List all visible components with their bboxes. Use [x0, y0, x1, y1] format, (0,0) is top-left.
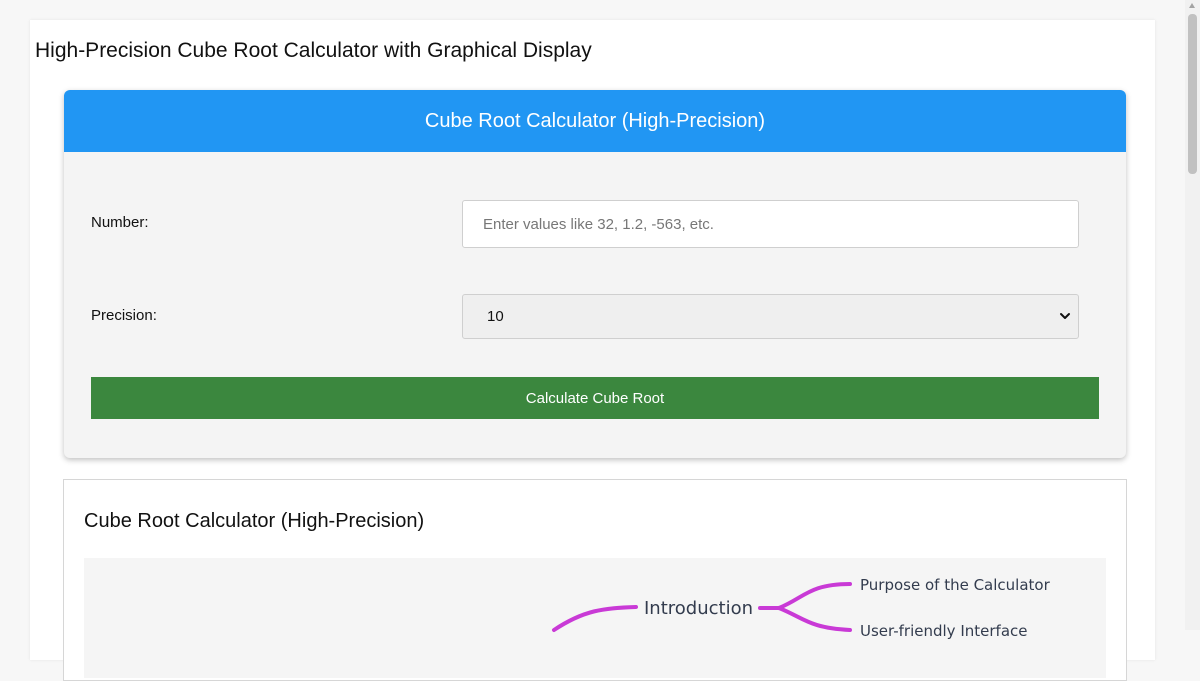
mindmap-branch-1: Purpose of the Calculator	[860, 576, 1051, 594]
mindmap-svg: Introduction Purpose of the Calculator U…	[552, 576, 1051, 640]
mindmap-link-root	[552, 605, 638, 632]
precision-select[interactable]: 10	[462, 294, 1079, 339]
vertical-scrollbar[interactable]	[1185, 0, 1200, 630]
mindmap-branch-2: User-friendly Interface	[860, 622, 1027, 640]
precision-label: Precision:	[91, 307, 157, 324]
chevron-down-icon	[1060, 313, 1070, 319]
mindmap-link-branch-1	[777, 582, 852, 610]
page-title: High-Precision Cube Root Calculator with…	[35, 39, 592, 62]
number-input[interactable]	[462, 200, 1079, 248]
page-container: High-Precision Cube Root Calculator with…	[30, 20, 1155, 681]
scrollbar-thumb[interactable]	[1188, 14, 1197, 174]
scroll-up-icon[interactable]	[1189, 3, 1195, 8]
info-title: Cube Root Calculator (High-Precision)	[84, 510, 425, 532]
mindmap-central-node: Introduction	[644, 598, 753, 619]
mindmap-diagram: Introduction Purpose of the Calculator U…	[84, 558, 1106, 678]
calculator-header: Cube Root Calculator (High-Precision)	[64, 90, 1126, 152]
precision-selected-value: 10	[487, 308, 504, 325]
info-card: Cube Root Calculator (High-Precision) In…	[63, 479, 1127, 681]
mindmap-link-branch-2	[777, 606, 852, 632]
number-label: Number:	[91, 214, 149, 231]
calculator-card: Cube Root Calculator (High-Precision) Nu…	[64, 90, 1126, 458]
calculate-cube-root-button[interactable]: Calculate Cube Root	[91, 377, 1099, 419]
